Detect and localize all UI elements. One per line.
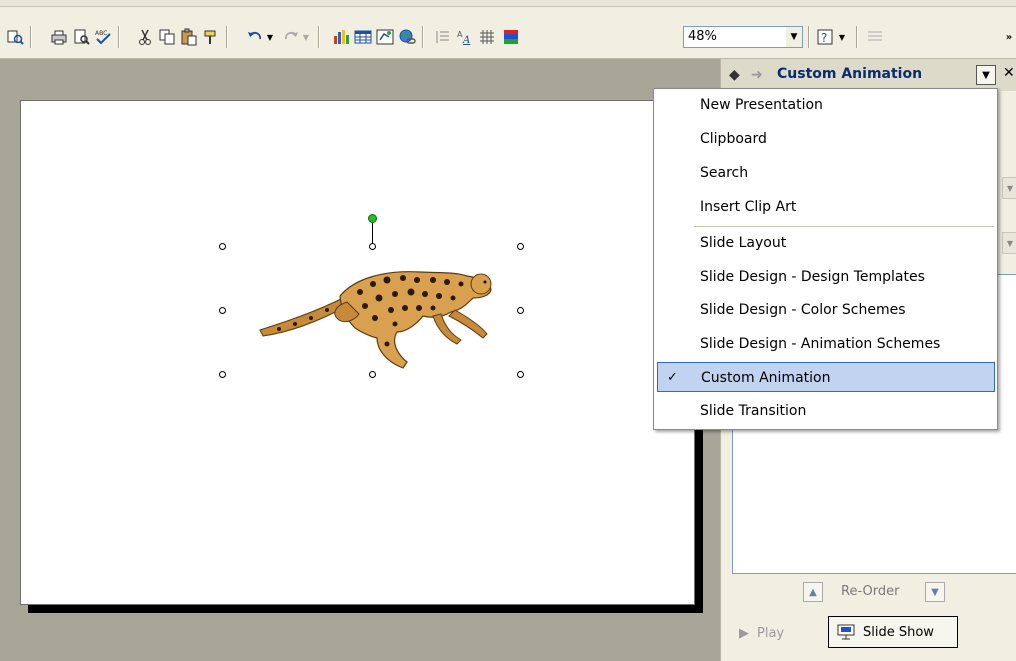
insert-hyperlink-icon[interactable]: [396, 26, 418, 48]
menu-item-label: Clipboard: [700, 131, 767, 147]
resize-handle-top-left[interactable]: [219, 243, 226, 250]
insert-chart-icon[interactable]: [330, 26, 352, 48]
format-painter-icon[interactable]: [200, 26, 222, 48]
help-icon[interactable]: ?: [814, 26, 836, 48]
print-icon[interactable]: [48, 26, 70, 48]
task-pane-header: ◆ ➜ Custom Animation ▼ ✕: [721, 59, 1016, 91]
insert-diagram-icon[interactable]: [374, 26, 396, 48]
menu-item-label: Custom Animation: [701, 370, 831, 386]
menu-item-label: Slide Design - Color Schemes: [700, 302, 906, 318]
back-arrow-icon[interactable]: ◆: [729, 67, 740, 83]
resize-handle-left[interactable]: [219, 307, 226, 314]
menu-item-label: Slide Transition: [700, 403, 807, 419]
play-button[interactable]: ▶ Play: [733, 619, 813, 647]
menu-item-slide-transition[interactable]: Slide Transition: [654, 396, 997, 426]
cheetah-clip-art[interactable]: [255, 262, 495, 372]
research-icon[interactable]: [4, 26, 26, 48]
menu-item-label: Slide Design - Animation Schemes: [700, 336, 941, 352]
play-icon: ▶: [739, 625, 749, 641]
menu-item-label: Slide Layout: [700, 235, 787, 251]
menu-item-slide-layout[interactable]: Slide Layout: [654, 228, 997, 258]
rotation-handle[interactable]: [368, 214, 377, 223]
menu-item-slide-design-templates[interactable]: Slide Design - Design Templates: [654, 262, 997, 292]
play-label: Play: [757, 625, 785, 641]
toolbar-separator: [856, 26, 858, 48]
svg-text:ABC: ABC: [95, 30, 107, 37]
toolbar-separator: [422, 26, 424, 48]
close-icon[interactable]: ✕: [1003, 65, 1015, 81]
toolbar-separator: [318, 26, 320, 48]
menu-item-label: Search: [700, 165, 749, 181]
standard-toolbar: ABC ▼ ▼ AA 48% ▼ ? ▼ »: [0, 0, 1016, 59]
grid-icon[interactable]: [476, 26, 498, 48]
menu-item-insert-clip-art[interactable]: Insert Clip Art: [654, 192, 997, 222]
slide-show-icon: [837, 624, 855, 640]
reorder-label: Re-Order: [841, 584, 900, 599]
spelling-icon[interactable]: ABC: [92, 26, 114, 48]
insert-table-icon[interactable]: [352, 26, 374, 48]
toolbar-separator: [808, 26, 810, 48]
resize-handle-bottom[interactable]: [369, 371, 376, 378]
menu-separator: [694, 226, 994, 227]
slide-show-button[interactable]: Slide Show: [828, 616, 958, 648]
menu-item-label: New Presentation: [700, 97, 823, 113]
checkmark-icon: ✓: [667, 370, 678, 385]
ghost-dropdown-icon: ▼: [1002, 177, 1016, 199]
zoom-input[interactable]: 48%: [683, 26, 803, 48]
align-icon: [864, 26, 886, 48]
reorder-down-button[interactable]: ▼: [925, 582, 945, 602]
toolbar-top-border: [0, 0, 1016, 7]
toolbar-separator: [118, 26, 120, 48]
toolbar-separator: [226, 26, 228, 48]
paste-icon[interactable]: [178, 26, 200, 48]
menu-item-label: Insert Clip Art: [700, 199, 797, 215]
toolbar-overflow-icon[interactable]: »: [1004, 26, 1014, 48]
menu-item-slide-design-animation-schemes[interactable]: Slide Design - Animation Schemes: [654, 329, 997, 359]
undo-dropdown-icon[interactable]: ▼: [264, 26, 276, 48]
forward-arrow-icon: ➜: [751, 67, 763, 83]
task-pane-menu: New Presentation Clipboard Search Insert…: [653, 88, 998, 430]
resize-handle-top[interactable]: [369, 243, 376, 250]
cut-icon[interactable]: [134, 26, 156, 48]
menu-item-search[interactable]: Search: [654, 158, 997, 188]
help-dropdown-icon[interactable]: ▼: [836, 26, 848, 48]
menu-item-custom-animation[interactable]: ✓ Custom Animation: [657, 362, 995, 392]
svg-text:?: ?: [821, 31, 827, 45]
redo-dropdown-icon: ▼: [302, 32, 310, 42]
menu-item-clipboard[interactable]: Clipboard: [654, 124, 997, 154]
color-icon[interactable]: [500, 26, 522, 48]
toolbar-separator: [30, 26, 32, 48]
undo-icon[interactable]: [244, 26, 266, 48]
slide-show-label: Slide Show: [863, 624, 934, 640]
resize-handle-bottom-right[interactable]: [517, 371, 524, 378]
menu-item-slide-design-color-schemes[interactable]: Slide Design - Color Schemes: [654, 295, 997, 325]
rotation-stem: [372, 222, 373, 244]
copy-icon[interactable]: [156, 26, 178, 48]
svg-text:A: A: [462, 35, 470, 46]
redo-icon: [280, 26, 302, 48]
menu-item-label: Slide Design - Design Templates: [700, 269, 925, 285]
resize-handle-top-right[interactable]: [517, 243, 524, 250]
reorder-up-button[interactable]: ▲: [803, 582, 823, 602]
ghost-dropdown-icon: ▼: [1002, 232, 1016, 254]
zoom-dropdown-icon[interactable]: ▼: [786, 27, 802, 47]
show-formatting-icon[interactable]: AA: [454, 26, 476, 48]
task-pane-title: Custom Animation: [777, 66, 923, 82]
resize-handle-right[interactable]: [517, 307, 524, 314]
menu-item-new-presentation[interactable]: New Presentation: [654, 90, 997, 120]
task-pane-dropdown-button[interactable]: ▼: [976, 65, 996, 85]
print-preview-icon[interactable]: [70, 26, 92, 48]
resize-handle-bottom-left[interactable]: [219, 371, 226, 378]
expand-icon: [432, 26, 454, 48]
